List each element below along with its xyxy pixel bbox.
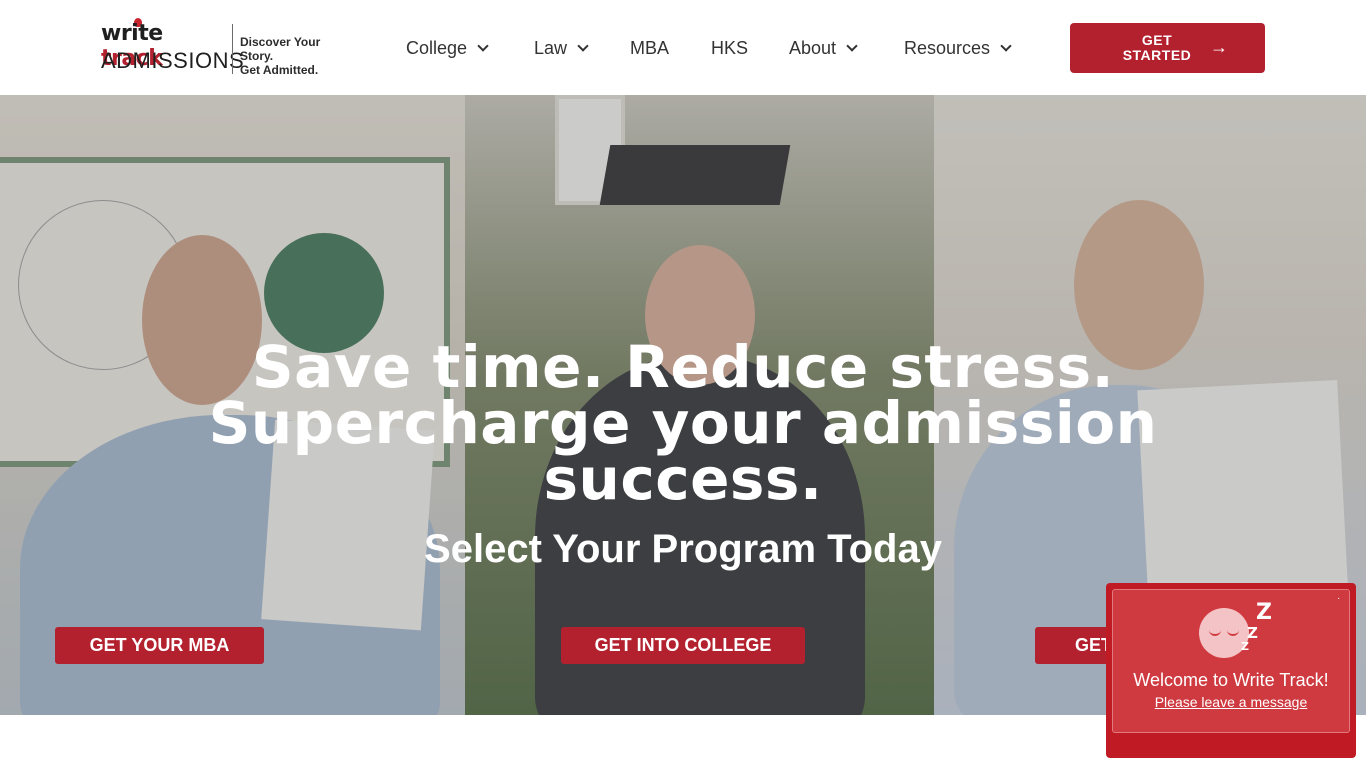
hero-subheadline: Select Your Program Today [424, 527, 942, 571]
logo-wordmark: write track ADMISSIONS [100, 18, 244, 76]
get-started-label: GET STARTED [1122, 32, 1192, 63]
nav-item-hks[interactable]: HKS [711, 36, 748, 60]
write-track-logo[interactable]: write track ADMISSIONS Discover Your Sto… [100, 18, 355, 77]
nav-item-law[interactable]: Law [534, 36, 589, 60]
sleep-z-icon: Z [1256, 600, 1272, 625]
face-eye-left [1209, 630, 1221, 636]
leave-message-link[interactable]: Please leave a message [1113, 694, 1349, 710]
chat-welcome-title: Welcome to Write Track! [1133, 670, 1329, 690]
chat-widget[interactable]: · Z Z Z Welcome to Write Track! Please l… [1106, 583, 1356, 758]
face-eye-right [1227, 630, 1239, 636]
chevron-down-icon [846, 40, 858, 52]
get-into-college-button[interactable]: GET INTO COLLEGE [561, 627, 805, 664]
chevron-down-icon [477, 40, 489, 52]
chevron-down-icon [1000, 40, 1012, 52]
get-your-mba-button[interactable]: GET YOUR MBA [55, 627, 264, 664]
nav-item-college[interactable]: College [406, 36, 489, 60]
logo-divider [232, 24, 233, 74]
close-icon[interactable]: · [1337, 594, 1340, 604]
nav-item-mba[interactable]: MBA [630, 36, 669, 60]
logo-tagline: Discover Your Story. Get Admitted. [240, 35, 321, 77]
hero-headline: Save time. Reduce stress. Supercharge yo… [208, 333, 1158, 513]
nav-item-about[interactable]: About [789, 36, 858, 60]
logo-admissions: ADMISSIONS [101, 48, 245, 73]
site-header: write track ADMISSIONS Discover Your Sto… [0, 0, 1366, 95]
nav-item-resources[interactable]: Resources [904, 36, 1012, 60]
get-started-button[interactable]: GET STARTED → [1070, 23, 1265, 73]
chevron-down-icon [577, 40, 589, 52]
sleep-z-icon: Z [1241, 640, 1249, 653]
chat-widget-panel: · Z Z Z Welcome to Write Track! Please l… [1112, 589, 1350, 733]
arrow-right-icon: → [1210, 37, 1228, 57]
